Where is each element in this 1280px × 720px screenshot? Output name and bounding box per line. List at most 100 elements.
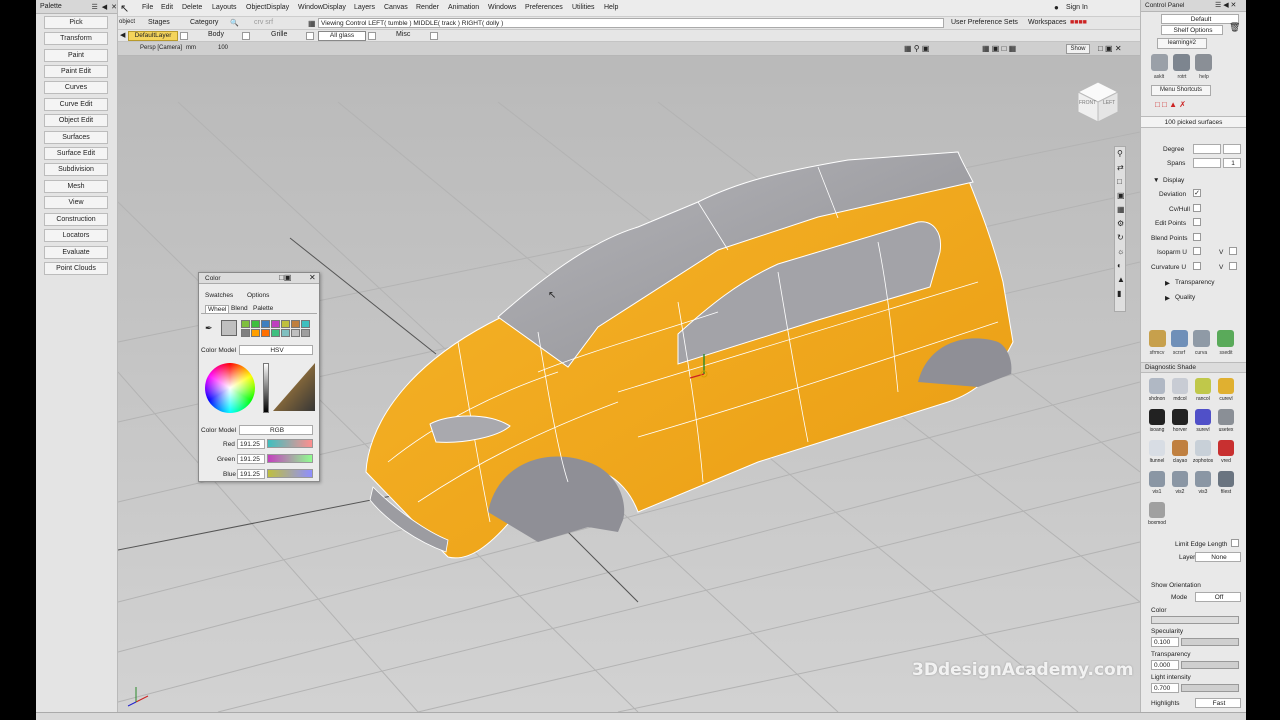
view-cube[interactable]: FRONT LEFT [1076,80,1120,124]
palette-btn-surfaces[interactable]: Surfaces [44,131,108,144]
rotrt-icon[interactable] [1173,54,1190,71]
pan-icon[interactable]: ⇄ [1117,163,1124,172]
color-swatch[interactable] [281,329,290,337]
value-slider[interactable] [263,363,269,413]
help-icon[interactable] [1195,54,1212,71]
light-icon[interactable]: ☼ [1117,247,1124,256]
pick-arrow-icon[interactable]: ↖ [120,2,129,15]
curva-icon[interactable] [1193,330,1210,347]
menu-windows[interactable]: Windows [488,4,516,11]
menu-canvas[interactable]: Canvas [384,4,408,11]
color-swatch-field[interactable] [1151,616,1239,624]
spans-v-field[interactable]: 1 [1223,158,1241,168]
menu-shortcuts-tab[interactable]: Menu Shortcuts [1151,85,1211,96]
settings-icon[interactable]: ⚙ [1117,219,1124,228]
panel-controls-icon[interactable]: ☰ ◀ ✕ [1215,1,1236,9]
workspaces-button[interactable]: Workspaces [1028,19,1066,26]
transparency-slider[interactable] [1181,661,1239,669]
blue-slider[interactable] [267,469,313,478]
close-icon[interactable]: ✕ [309,273,316,282]
light-intensity-value[interactable]: 0.700 [1151,683,1179,693]
menu-layers[interactable]: Layers [354,4,375,11]
specularity-slider[interactable] [1181,638,1239,646]
transparency-toggle[interactable]: ▶ [1165,279,1170,287]
palette-btn-paint-edit[interactable]: Paint Edit [44,65,108,78]
cv-hull-checkbox[interactable] [1193,204,1201,212]
rotate-icon[interactable]: ↻ [1117,233,1124,242]
highlights-dropdown[interactable]: Fast [1195,698,1241,708]
surevl-icon[interactable] [1195,409,1211,425]
window-controls-icon[interactable]: □ ▣ ✕ [1098,44,1122,53]
layer-misc[interactable]: Misc [396,31,410,38]
swatch-grid[interactable] [241,320,313,338]
layer-check[interactable] [306,32,314,40]
color-swatch[interactable] [301,320,310,328]
color-wheel[interactable] [205,363,255,413]
palette-btn-evaluate[interactable]: Evaluate [44,246,108,259]
layer-grille[interactable]: Grille [271,31,287,38]
menu-preferences[interactable]: Preferences [525,4,563,11]
frame-icon[interactable]: □ [1117,177,1122,186]
usetex-icon[interactable] [1218,409,1234,425]
display-section-toggle[interactable]: ▼ [1153,177,1159,184]
eyedropper-icon[interactable]: ✒ [205,323,213,334]
viewport-view-icons[interactable]: ▦ ▣ □ ▦ [982,44,1016,53]
category-dropdown[interactable]: Category [190,19,218,26]
scrsrf-icon[interactable] [1171,330,1188,347]
layer-body[interactable]: Body [208,31,224,38]
search-icon[interactable]: 🔍 [230,19,239,27]
color-swatch[interactable] [281,320,290,328]
palette-btn-locators[interactable]: Locators [44,229,108,242]
menu-animation[interactable]: Animation [448,4,479,11]
preset-dropdown[interactable]: Default [1161,14,1239,24]
zoom-icon[interactable]: ⚲ [1117,149,1123,158]
sfrmcv-icon[interactable] [1149,330,1166,347]
palette-btn-object-edit[interactable]: Object Edit [44,114,108,127]
tab-palette[interactable]: Palette [253,305,273,312]
curevl-icon[interactable] [1218,378,1234,394]
layer-check[interactable] [180,32,188,40]
menu-help[interactable]: Help [604,4,618,11]
close-icon[interactable]: ✕ [111,3,117,11]
ltunnel-icon[interactable] [1149,440,1165,456]
tab-wheel[interactable]: Wheel [205,305,230,314]
chevron-left-icon[interactable]: ◀ [120,31,125,39]
palette-btn-view[interactable]: View [44,196,108,209]
layer-all-glass[interactable]: All glass [318,31,366,41]
pin-icon[interactable]: ▲ [1117,275,1125,284]
color-swatch[interactable] [301,329,310,337]
user-preference-sets[interactable]: User Preference Sets [951,19,1018,26]
deviation-checkbox[interactable]: ✓ [1193,189,1201,197]
dialog-window-icons[interactable]: □▣ [279,273,291,282]
color-swatch[interactable] [261,320,270,328]
tab-blend[interactable]: Blend [231,305,248,312]
sign-in-link[interactable]: Sign In [1066,4,1088,11]
mdcol-icon[interactable] [1172,378,1188,394]
palette-btn-point-clouds[interactable]: Point Clouds [44,262,108,275]
quality-toggle[interactable]: ▶ [1165,294,1170,302]
chevron-left-icon[interactable]: ◀ [102,3,107,11]
search-input[interactable]: crv srf [254,19,273,26]
menu-objectdisplay[interactable]: ObjectDisplay [246,4,289,11]
palette-btn-curves[interactable]: Curves [44,81,108,94]
green-value[interactable]: 191.25 [237,454,265,464]
layer-defaultlayer[interactable]: DefaultLayer [128,31,178,41]
horver-icon[interactable] [1172,409,1188,425]
menu-layouts[interactable]: Layouts [212,4,237,11]
grid-icon[interactable]: ▦ [308,19,316,28]
palette-btn-paint[interactable]: Paint [44,49,108,62]
menu-windowdisplay[interactable]: WindowDisplay [298,4,346,11]
vis2-icon[interactable] [1172,471,1188,487]
menu-utilities[interactable]: Utilities [572,4,595,11]
palette-btn-surface-edit[interactable]: Surface Edit [44,147,108,160]
zophotos-icon[interactable] [1195,440,1211,456]
ssedit-icon[interactable] [1217,330,1234,347]
red-slider[interactable] [267,439,313,448]
blue-value[interactable]: 191.25 [237,469,265,479]
options-menu[interactable]: Options [247,292,269,299]
menu-delete[interactable]: Delete [182,4,202,11]
camera-icon[interactable]: ▣ [1117,191,1125,200]
palette-btn-pick[interactable]: Pick [44,16,108,29]
transparency-value[interactable]: 0.000 [1151,660,1179,670]
palette-btn-curve-edit[interactable]: Curve Edit [44,98,108,111]
